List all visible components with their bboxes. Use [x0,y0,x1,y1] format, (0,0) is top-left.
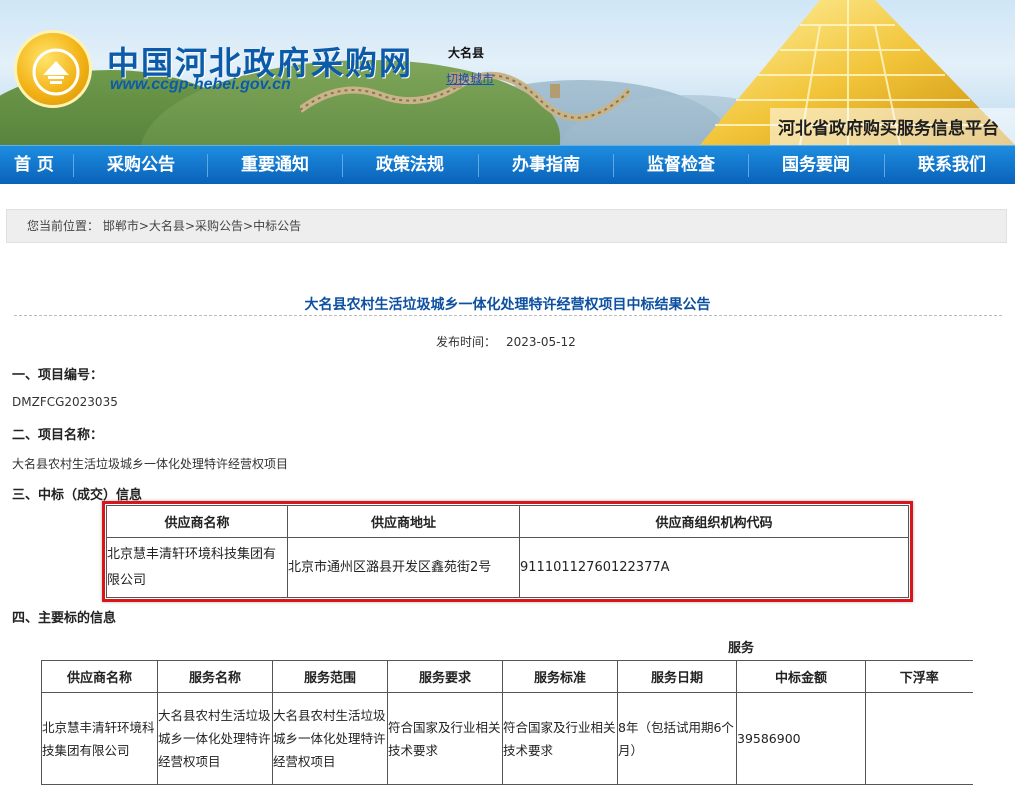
service-period-cell: 8年（包括试用期6个月） [617,692,737,785]
breadcrumb-item-county[interactable]: 大名县 [149,219,185,233]
title-divider [14,315,1002,316]
current-county: 大名县 [448,46,485,60]
table-header-cell: 供应商名称 [106,505,288,538]
site-url: www.ccgp-hebei.gov.cn [110,76,291,93]
breadcrumb: 您当前位置： 邯郸市>大名县>采购公告>中标公告 [6,209,1007,243]
section-subject-heading: 四、主要标的信息 [12,611,117,626]
service-standard-cell: 符合国家及行业相关技术要求 [502,692,618,785]
nav-item-home[interactable]: 首 页 [14,146,54,185]
table-header-row: 供应商名称 供应商地址 供应商组织机构代码 [106,505,909,538]
project-name: 大名县农村生活垃圾城乡一体化处理特许经营权项目 [12,457,289,471]
breadcrumb-separator: > [138,219,149,233]
platform-name: 河北省政府购买服务信息平台 [778,119,999,139]
supplier-address-cell: 北京市通州区潞县开发区鑫苑街2号 [287,537,520,598]
table-header-cell: 供应商名称 [41,660,158,693]
publish-time-label: 发布时间： [436,335,497,349]
nav-divider [73,154,74,177]
table-header-cell: 服务范围 [272,660,388,693]
nav-item-guide[interactable]: 办事指南 [512,146,580,185]
service-label: 服务 [728,641,755,656]
table-header-cell: 服务要求 [387,660,503,693]
main-nav: 首 页 采购公告 重要通知 政策法规 办事指南 监督检查 国务要闻 联系我们 [0,145,1015,184]
service-scope-cell: 大名县农村生活垃圾城乡一体化处理特许经营权项目 [272,692,388,785]
table-header-cell: 中标金额 [736,660,866,693]
nav-divider [207,154,208,177]
discount-rate-cell [865,692,973,785]
nav-divider [613,154,614,177]
breadcrumb-item-procurement[interactable]: 采购公告 [195,219,243,233]
nav-item-important-notices[interactable]: 重要通知 [241,146,309,185]
table-header-row: 供应商名称 服务名称 服务范围 服务要求 服务标准 服务日期 中标金额 下浮率 [41,660,973,693]
project-number: DMZFCG2023035 [12,395,118,409]
table-header-cell: 服务名称 [157,660,273,693]
table-header-cell: 供应商地址 [287,505,520,538]
nav-item-state-news[interactable]: 国务要闻 [782,146,850,185]
award-amount-cell: 39586900 [736,692,866,785]
nav-item-supervision[interactable]: 监督检查 [647,146,715,185]
nav-item-policies[interactable]: 政策法规 [376,146,444,185]
table-header-cell: 服务日期 [617,660,737,693]
section-project-number-heading: 一、项目编号： [12,368,104,383]
table-row: 北京慧丰清轩环境科技集团有限公司 大名县农村生活垃圾城乡一体化处理特许经营权项目… [41,692,973,785]
breadcrumb-item-city[interactable]: 邯郸市 [103,219,139,233]
service-requirement-cell: 符合国家及行业相关技术要求 [387,692,503,785]
table-header-cell: 服务标准 [502,660,618,693]
site-banner: 中国河北政府采购网 www.ccgp-hebei.gov.cn 大名县 切换城市 [0,0,1015,145]
switch-city-link[interactable]: 切换城市 [446,70,494,87]
supplier-name-cell: 北京慧丰清轩环境科技集团有限公司 [106,537,288,598]
winner-table: 供应商名称 供应商地址 供应商组织机构代码 北京慧丰清轩环境科技集团有限公司 北… [106,505,909,598]
publish-date: 2023-05-12 [506,335,576,349]
breadcrumb-prefix: 您当前位置： [27,219,100,233]
publish-time: 发布时间： 2023-05-12 [436,333,576,350]
nav-item-procurement-notices[interactable]: 采购公告 [107,146,175,185]
section-project-name-heading: 二、项目名称： [12,428,104,443]
subject-table: 供应商名称 服务名称 服务范围 服务要求 服务标准 服务日期 中标金额 下浮率 … [41,660,973,785]
nav-divider [478,154,479,177]
nav-divider [748,154,749,177]
breadcrumb-item-award[interactable]: 中标公告 [253,219,301,233]
site-logo-icon[interactable] [14,30,92,108]
article-title: 大名县农村生活垃圾城乡一体化处理特许经营权项目中标结果公告 [304,297,711,313]
breadcrumb-separator: > [184,219,195,233]
table-header-cell: 供应商组织机构代码 [519,505,909,538]
service-name-cell: 大名县农村生活垃圾城乡一体化处理特许经营权项目 [157,692,273,785]
nav-divider [884,154,885,177]
nav-item-contact[interactable]: 联系我们 [918,146,986,185]
nav-divider [342,154,343,177]
supplier-name-cell: 北京慧丰清轩环境科技集团有限公司 [41,692,158,785]
table-row: 北京慧丰清轩环境科技集团有限公司 北京市通州区潞县开发区鑫苑街2号 911101… [106,537,909,598]
supplier-org-code-cell: 91110112760122377A [519,537,909,598]
table-header-cell: 下浮率 [865,660,973,693]
breadcrumb-separator: > [243,219,254,233]
